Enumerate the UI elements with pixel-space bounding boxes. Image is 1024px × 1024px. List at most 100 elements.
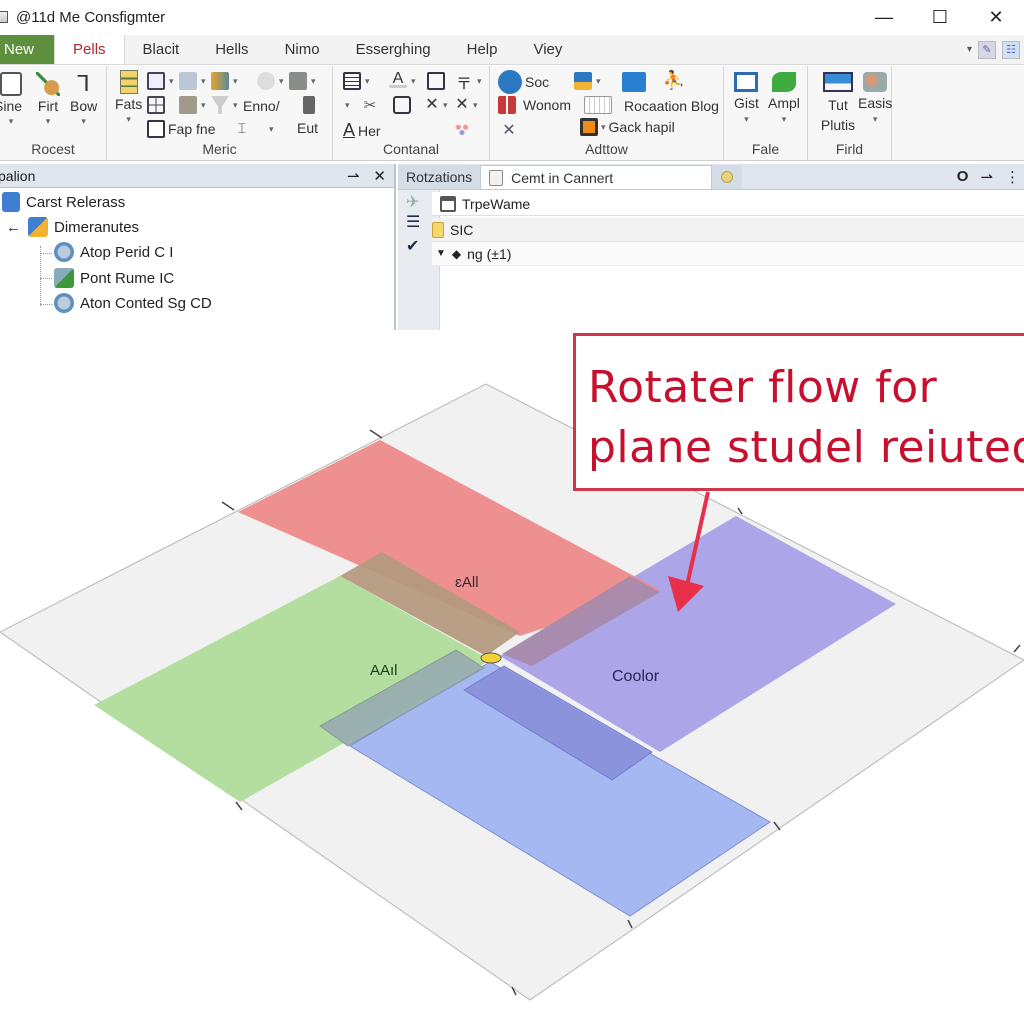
dropdown-caret-icon[interactable]: ▾ xyxy=(169,76,174,87)
ampl-button[interactable]: Ampl ▾ xyxy=(768,72,800,125)
table-header-icon xyxy=(440,195,456,212)
tree-item-atop-perid[interactable]: Atop Perid C I xyxy=(54,242,173,262)
dropdown-caret-icon[interactable]: ▾ xyxy=(233,100,238,111)
dropdown-caret-icon[interactable]: ▾ xyxy=(201,100,206,111)
tick-mark xyxy=(1013,644,1021,653)
wonom-button[interactable]: Wonom xyxy=(498,96,571,114)
tab-cemt-in-cannert[interactable]: Cemt in Cannert xyxy=(480,165,713,189)
pin-icon[interactable]: ⇀ xyxy=(980,168,993,186)
dropdown-caret-icon[interactable]: ▾ xyxy=(473,100,478,111)
tab-rotzations[interactable]: Rotzations xyxy=(398,165,481,189)
shape-icon[interactable] xyxy=(257,72,275,90)
document-panel: Rotzations Cemt in Cannert O ⇀ ⋮ ✈ ☰ ✔ T… xyxy=(398,164,1024,330)
dropdown-caret-icon[interactable]: ▾ xyxy=(233,76,238,87)
expand-icon[interactable]: ▼ xyxy=(436,248,446,259)
tools-icon[interactable]: ✕ xyxy=(500,120,518,139)
dropdown-caret-icon[interactable]: ▾ xyxy=(596,76,601,87)
font-color-icon[interactable]: A xyxy=(389,70,407,88)
close-panel-icon[interactable]: ✕ xyxy=(373,167,386,185)
dropdown-caret-icon[interactable]: ▾ xyxy=(411,76,416,87)
window-icon[interactable] xyxy=(179,72,197,90)
gist-button[interactable]: Gist ▾ xyxy=(734,72,759,125)
tab-nimo[interactable]: Nimo xyxy=(267,35,338,64)
more-icon[interactable]: ⋮ xyxy=(1005,168,1020,186)
eut-button[interactable]: Eut xyxy=(297,120,318,136)
edit-style-icon[interactable]: ✎ xyxy=(978,40,996,59)
folder-icon[interactable] xyxy=(622,72,646,92)
clear-format-icon[interactable]: ✕ xyxy=(453,94,471,113)
paint-icon[interactable] xyxy=(211,72,229,90)
ribbon-collapse-caret-icon[interactable]: ▾ xyxy=(967,44,972,55)
fats-button[interactable]: Fats ▾ xyxy=(115,70,142,125)
explorer-title: palion xyxy=(0,167,36,184)
grid-icon[interactable] xyxy=(147,96,165,114)
funnel-icon[interactable] xyxy=(211,96,229,114)
minimize-button[interactable]: — xyxy=(856,0,912,34)
tree-item-pont-rume[interactable]: Pont Rume IC xyxy=(54,268,174,288)
align-icon[interactable] xyxy=(343,72,361,90)
dots-icon[interactable] xyxy=(453,120,471,138)
tab-extra[interactable] xyxy=(712,165,743,189)
tab-hells[interactable]: Hells xyxy=(197,35,266,64)
strike-icon[interactable]: 〒 xyxy=(455,70,473,93)
tree-item-dimeranutes[interactable]: ← Dimeranutes xyxy=(6,217,139,237)
table-icon[interactable] xyxy=(147,72,165,90)
tree-item-carst-relerass[interactable]: Carst Relerass xyxy=(2,192,125,212)
pin-icon[interactable]: ⇀ xyxy=(347,167,360,185)
name-header-row[interactable]: TrpeWame xyxy=(432,192,1024,216)
calendar-icon[interactable] xyxy=(584,96,612,114)
page-icon xyxy=(0,72,23,96)
center-marker xyxy=(480,652,502,664)
dropdown-caret-icon[interactable]: ▾ xyxy=(279,76,284,87)
gack-hapil-button[interactable]: ▾ Gack hapil xyxy=(580,118,675,136)
stamp-icon[interactable]: ⌶ xyxy=(233,120,251,138)
document-icon xyxy=(489,169,504,186)
ng-row[interactable]: ▼ ◆ ng (±1) xyxy=(432,242,1024,266)
printer-icon[interactable] xyxy=(289,72,307,90)
fap-fne-button[interactable]: Fap fne xyxy=(147,120,215,138)
dropdown-caret-icon[interactable]: ▾ xyxy=(365,76,370,87)
tab-esserghing[interactable]: Esserghing xyxy=(338,35,449,64)
dropdown-caret-icon[interactable]: ▾ xyxy=(311,76,316,87)
subscript-icon[interactable]: ✕ xyxy=(423,94,441,113)
close-icon: ✕ xyxy=(988,6,1004,27)
check-icon[interactable]: ✔ xyxy=(406,236,419,256)
share-icon[interactable] xyxy=(574,72,592,90)
rocaation-blog-button[interactable]: Rocaation Blog xyxy=(624,98,719,114)
sic-row[interactable]: SIC xyxy=(432,218,1024,242)
dropdown-caret-icon[interactable]: ▾ xyxy=(201,76,206,87)
pin-tool-icon[interactable]: ✈ xyxy=(406,192,419,212)
close-button[interactable]: ✕ xyxy=(968,0,1024,34)
bow-button[interactable]: ⅂ Bow ▾ xyxy=(70,72,97,127)
person-icon[interactable]: ⛹ xyxy=(662,70,686,94)
tab-help[interactable]: Help xyxy=(449,35,516,64)
firt-button[interactable]: Firt ▾ xyxy=(36,72,60,127)
soc-button[interactable]: Soc xyxy=(498,70,549,94)
dropdown-caret-icon[interactable]: ▾ xyxy=(269,124,274,135)
collapse-arrow-icon[interactable]: ← xyxy=(6,219,22,236)
tab-pells[interactable]: Pells xyxy=(54,35,125,64)
frame-icon[interactable] xyxy=(393,96,411,114)
tab-viey[interactable]: Viey xyxy=(515,35,580,64)
easis-button[interactable]: Easis ▾ xyxy=(858,72,892,125)
enno-button[interactable]: Enno/ xyxy=(243,98,280,114)
menu-icon[interactable]: ☰ xyxy=(406,212,420,232)
dropdown-caret-icon[interactable]: ▾ xyxy=(477,76,482,87)
book-icon[interactable] xyxy=(427,72,445,90)
circle-icon[interactable]: O xyxy=(957,168,969,186)
tut-plutis-button[interactable]: Tut Plutis xyxy=(818,72,858,135)
figure-icon[interactable] xyxy=(303,96,315,114)
tab-blacit[interactable]: Blacit xyxy=(125,35,198,64)
layout-toggle-icon[interactable]: ☷ xyxy=(1002,40,1020,59)
dropdown-caret-icon: ▾ xyxy=(8,116,14,126)
tab-new[interactable]: New xyxy=(0,35,55,64)
chair-icon[interactable] xyxy=(179,96,197,114)
maximize-button[interactable]: ☐ xyxy=(912,0,968,34)
scissors-icon[interactable]: ✂ xyxy=(361,96,379,114)
dropdown-caret-icon[interactable]: ▾ xyxy=(345,100,350,111)
sine-button[interactable]: Sine ▾ xyxy=(0,72,22,127)
her-button[interactable]: A Her xyxy=(343,120,381,141)
leaf-icon xyxy=(771,72,796,92)
dropdown-caret-icon[interactable]: ▾ xyxy=(443,100,448,111)
tree-item-aton-conted[interactable]: Aton Conted Sg CD xyxy=(54,293,212,313)
